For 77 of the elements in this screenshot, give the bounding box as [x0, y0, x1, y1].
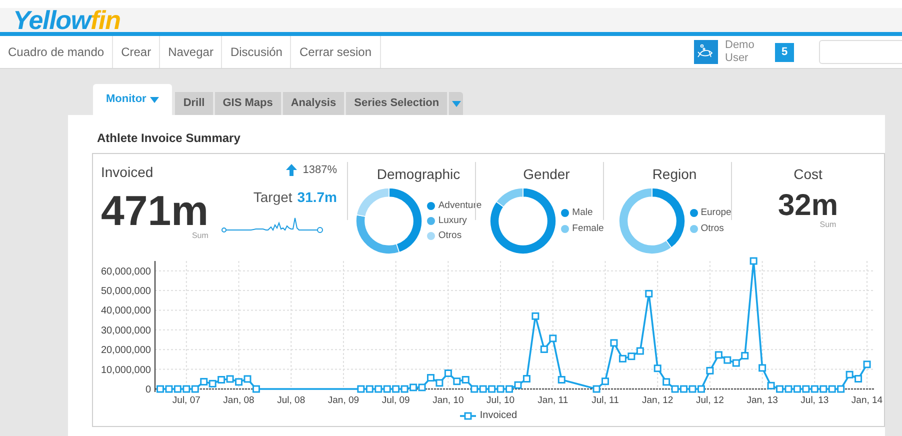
data-point-marker — [610, 339, 618, 347]
x-tick-label: Jan, 14 — [851, 395, 883, 406]
x-tick-label: Jul, 12 — [696, 395, 724, 406]
x-tick-label: Jul, 10 — [486, 395, 515, 406]
notification-badge[interactable]: 5 — [775, 42, 794, 62]
legend-label: Adventure — [438, 198, 482, 213]
kpi-title: Invoiced — [101, 163, 154, 182]
x-tick-label: Jan, 08 — [223, 395, 254, 406]
nav-link[interactable]: Cerrar sesion — [291, 36, 381, 68]
tab[interactable]: GIS Maps — [214, 92, 281, 115]
donut-chart-drawing — [489, 187, 558, 255]
more-tabs-button[interactable] — [449, 92, 464, 115]
tab[interactable]: Series Selection — [346, 92, 448, 115]
y-tick-label: 10,000,000 — [100, 364, 151, 376]
donut-title: Region — [652, 165, 697, 184]
kpi-value: 32m — [778, 190, 838, 222]
y-tick-label: 0 — [145, 384, 151, 396]
donut-chart-drawing — [618, 187, 686, 255]
data-point-marker — [252, 385, 260, 393]
y-tick-label: 20,000,000 — [100, 345, 151, 356]
x-tick-label: Jan, 13 — [746, 395, 778, 406]
data-point-marker — [532, 312, 540, 320]
legend-marker-icon — [460, 412, 476, 420]
report-title: Athlete Invoice Summary — [97, 130, 242, 147]
x-tick-label: Jul, 08 — [277, 395, 306, 406]
caret-icon — [452, 100, 461, 106]
aggregate-label: Sum — [192, 230, 208, 242]
y-tick-label: 40,000,000 — [100, 306, 151, 317]
data-point-marker — [750, 257, 758, 265]
data-point-marker — [863, 360, 871, 368]
legend-label: Otros — [438, 229, 462, 244]
legend-label: Female — [572, 222, 604, 236]
legend-label: Luxury — [438, 214, 467, 228]
x-tick-label: Jan, 12 — [642, 395, 674, 406]
avatar-icon[interactable] — [694, 40, 718, 64]
nav-link[interactable]: Crear — [113, 36, 160, 68]
kpi-value: 471m — [101, 189, 208, 233]
legend-label: Invoiced — [480, 409, 518, 423]
data-point-marker — [549, 334, 557, 342]
change-percent: 1387% — [302, 163, 337, 178]
user-last-name: User — [725, 52, 750, 65]
search-field[interactable] — [819, 40, 902, 64]
x-tick-label: Jan, 09 — [328, 395, 360, 406]
up-arrow-icon — [286, 164, 297, 176]
kpi-title: Cost — [794, 165, 822, 184]
donut-title: Gender — [523, 165, 570, 184]
x-tick-label: Jul, 13 — [800, 395, 829, 406]
user-first-name: Demo — [725, 39, 756, 52]
data-point-marker — [558, 376, 566, 384]
logo[interactable]: Yellowfin — [13, 7, 120, 33]
y-tick-label: 60,000,000 — [100, 266, 151, 278]
data-point-marker — [706, 366, 714, 374]
y-tick-label: 50,000,000 — [100, 286, 151, 298]
data-point-marker — [758, 364, 766, 372]
x-tick-label: Jul, 09 — [382, 395, 410, 406]
legend-label: Otros — [700, 222, 724, 236]
tab[interactable]: Drill — [175, 92, 213, 115]
data-point-marker — [654, 364, 662, 372]
legend-label: Male — [572, 206, 593, 220]
donut-chart-drawing — [355, 187, 424, 255]
x-tick-label: Jan, 10 — [432, 395, 464, 406]
x-tick-label: Jul, 07 — [172, 395, 200, 406]
x-tick-label: Jan, 11 — [538, 395, 568, 406]
target-value: 31.7m — [297, 188, 337, 206]
x-tick-label: Jul, 11 — [592, 395, 619, 406]
target-label: Target — [253, 188, 292, 207]
data-point-marker — [540, 345, 548, 353]
nav-link[interactable]: Navegar — [160, 36, 222, 68]
nav-link[interactable]: Discusión — [222, 36, 292, 68]
nav-link[interactable]: Cuadro de mando — [0, 36, 114, 68]
tab[interactable]: Analysis — [282, 92, 344, 115]
legend-label: Europe — [700, 206, 732, 220]
tab[interactable]: Monitor — [93, 84, 172, 115]
y-tick-label: 30,000,000 — [100, 325, 151, 336]
data-point-marker — [645, 290, 653, 298]
donut-title: Demographic — [376, 165, 460, 184]
aggregate-label: Sum — [820, 219, 836, 231]
